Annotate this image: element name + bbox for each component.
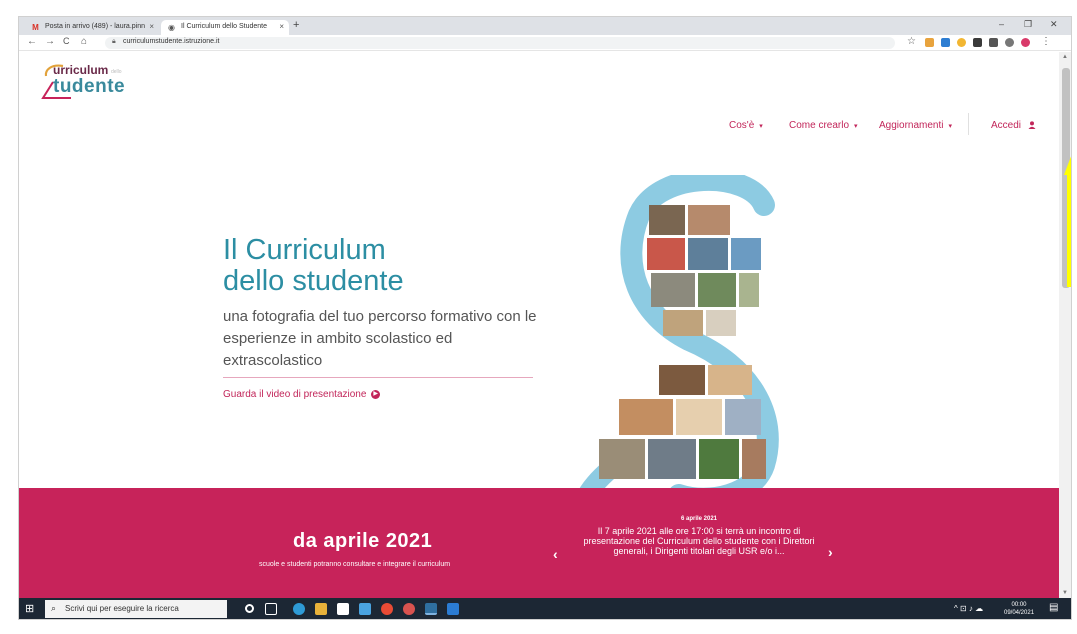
windows-taskbar: ⊞ ⌕ Scrivi qui per eseguire la ricerca ^… <box>19 598 1071 619</box>
chevron-down-icon: ▾ <box>759 123 763 130</box>
hero-divider <box>223 377 533 378</box>
user-icon <box>1028 121 1036 130</box>
page-scrollbar[interactable]: ▲ ▼ <box>1059 52 1071 598</box>
browser-tab-strip: M Posta in arrivo (489) - laura.pinn × ◉… <box>19 17 1071 35</box>
system-tray-icons[interactable]: ^ ⊡ ♪ ☁ <box>954 604 983 613</box>
chevron-down-icon: ▾ <box>948 123 952 130</box>
news-date: 6 aprile 2021 <box>680 516 718 522</box>
file-explorer-icon[interactable] <box>315 603 327 615</box>
tab-label: Il Curriculum dello Studente <box>181 23 267 30</box>
chrome-icon[interactable] <box>381 603 393 615</box>
yellow-annotation-arrow <box>1064 156 1071 287</box>
nav-label: Come crearlo <box>789 120 850 131</box>
website-viewport: urriculum dello tudente Cos'è ▾ Come crea… <box>19 52 1059 598</box>
bookmark-star-icon[interactable]: ☆ <box>907 36 916 47</box>
hero-title: Il Curriculum dello studente <box>223 235 523 297</box>
taskbar-clock[interactable]: 00:00 09/04/2021 <box>1004 601 1034 617</box>
reload-button[interactable]: C <box>63 36 70 46</box>
carousel-indicators <box>657 589 729 598</box>
scroll-down-arrow-icon[interactable]: ▼ <box>1062 590 1068 596</box>
mail-icon[interactable] <box>359 603 371 615</box>
nav-come-crearlo[interactable]: Come crearlo ▾ <box>789 120 858 131</box>
address-bar[interactable]: 🔒︎ curriculumstudente.istruzione.it <box>105 37 895 49</box>
taskbar-search-placeholder: Scrivi qui per eseguire la ricerca <box>65 604 179 613</box>
banner-subtitle: scuole e studenti potranno consultare e … <box>259 561 451 568</box>
news-text[interactable]: Il 7 aprile 2021 alle ore 17:00 si terrà… <box>577 526 821 556</box>
clock-time: 00:00 <box>1011 602 1027 608</box>
play-icon: ▶ <box>371 389 381 399</box>
screenshot-frame: M Posta in arrivo (489) - laura.pinn × ◉… <box>18 16 1072 620</box>
video-link-label: Guarda il video di presentazione <box>223 389 367 400</box>
store-icon[interactable] <box>337 603 349 615</box>
new-tab-button[interactable]: + <box>293 19 299 31</box>
back-button[interactable]: ← <box>27 36 37 47</box>
site-logo[interactable]: urriculum dello tudente <box>41 62 151 100</box>
scroll-up-arrow-icon[interactable]: ▲ <box>1062 54 1068 60</box>
tab-curriculum[interactable]: ◉ Il Curriculum dello Studente × <box>161 20 289 35</box>
nav-label: Aggiornamenti <box>879 120 944 131</box>
logo-word-curriculum: urriculum <box>53 63 109 77</box>
profile-avatar[interactable] <box>1021 38 1030 47</box>
edge-icon[interactable] <box>293 603 305 615</box>
login-link[interactable]: Accedi <box>991 120 1036 131</box>
nav-aggiornamenti[interactable]: Aggiornamenti ▾ <box>879 120 952 131</box>
url-text: curriculumstudente.istruzione.it <box>123 38 220 45</box>
globe-icon: ◉ <box>168 23 175 32</box>
chevron-down-icon: ▾ <box>854 123 858 130</box>
browser-toolbar: ← → C ⌂ 🔒︎ curriculumstudente.istruzione… <box>19 35 1071 51</box>
carousel-next-button[interactable]: › <box>828 544 833 560</box>
browser-menu-icon[interactable]: ⋮ <box>1041 36 1051 47</box>
taskbar-app-icon[interactable] <box>403 603 415 615</box>
login-label: Accedi <box>991 120 1022 131</box>
extension-icon[interactable] <box>925 38 934 47</box>
chrome-active-icon[interactable] <box>425 603 437 615</box>
task-view-icon[interactable] <box>265 603 277 615</box>
lock-icon: 🔒︎ <box>112 38 116 45</box>
menu-divider <box>968 113 969 135</box>
hero-title-line2: dello studente <box>223 265 404 297</box>
tab-label: Posta in arrivo (489) - laura.pinn <box>45 23 145 30</box>
close-window-button[interactable]: ✕ <box>1050 19 1058 30</box>
taskbar-search-box[interactable]: ⌕ Scrivi qui per eseguire la ricerca <box>45 600 227 618</box>
cortana-icon[interactable] <box>245 604 254 613</box>
clock-date: 09/04/2021 <box>1004 610 1035 616</box>
minimize-button[interactable]: – <box>999 19 1004 29</box>
notification-center-icon[interactable]: ▤ <box>1049 602 1058 613</box>
carousel-prev-button[interactable]: ‹ <box>553 546 558 562</box>
home-button[interactable]: ⌂ <box>81 36 87 47</box>
extension-icon[interactable] <box>941 38 950 47</box>
hero-subtitle: una fotografia del tuo percorso formativ… <box>223 308 537 369</box>
extension-icon[interactable] <box>989 38 998 47</box>
forward-button[interactable]: → <box>45 36 55 47</box>
extensions-puzzle-icon[interactable] <box>1005 38 1014 47</box>
student-photo-mosaic <box>576 175 779 495</box>
tab-gmail[interactable]: M Posta in arrivo (489) - laura.pinn × <box>25 20 159 35</box>
extension-icon[interactable] <box>973 38 982 47</box>
logo-word-studente: tudente <box>53 76 126 97</box>
nav-label: Cos'è <box>729 120 755 131</box>
news-banner: da aprile 2021 scuole e studenti potrann… <box>19 488 1059 598</box>
word-icon[interactable] <box>447 603 459 615</box>
extension-icon[interactable] <box>957 38 966 47</box>
gmail-icon: M <box>32 23 39 32</box>
close-tab-icon[interactable]: × <box>279 22 284 31</box>
search-icon: ⌕ <box>51 603 57 613</box>
nav-cos-e[interactable]: Cos'è ▾ <box>729 120 763 131</box>
maximize-button[interactable]: ❐ <box>1024 19 1032 30</box>
logo-word-dello: dello <box>111 69 122 75</box>
video-presentation-link[interactable]: Guarda il video di presentazione ▶ <box>223 389 381 400</box>
windows-start-icon[interactable]: ⊞ <box>25 602 34 615</box>
close-tab-icon[interactable]: × <box>149 22 154 31</box>
hero-title-line1: Il Curriculum <box>223 234 386 266</box>
banner-title: da aprile 2021 <box>293 530 433 552</box>
